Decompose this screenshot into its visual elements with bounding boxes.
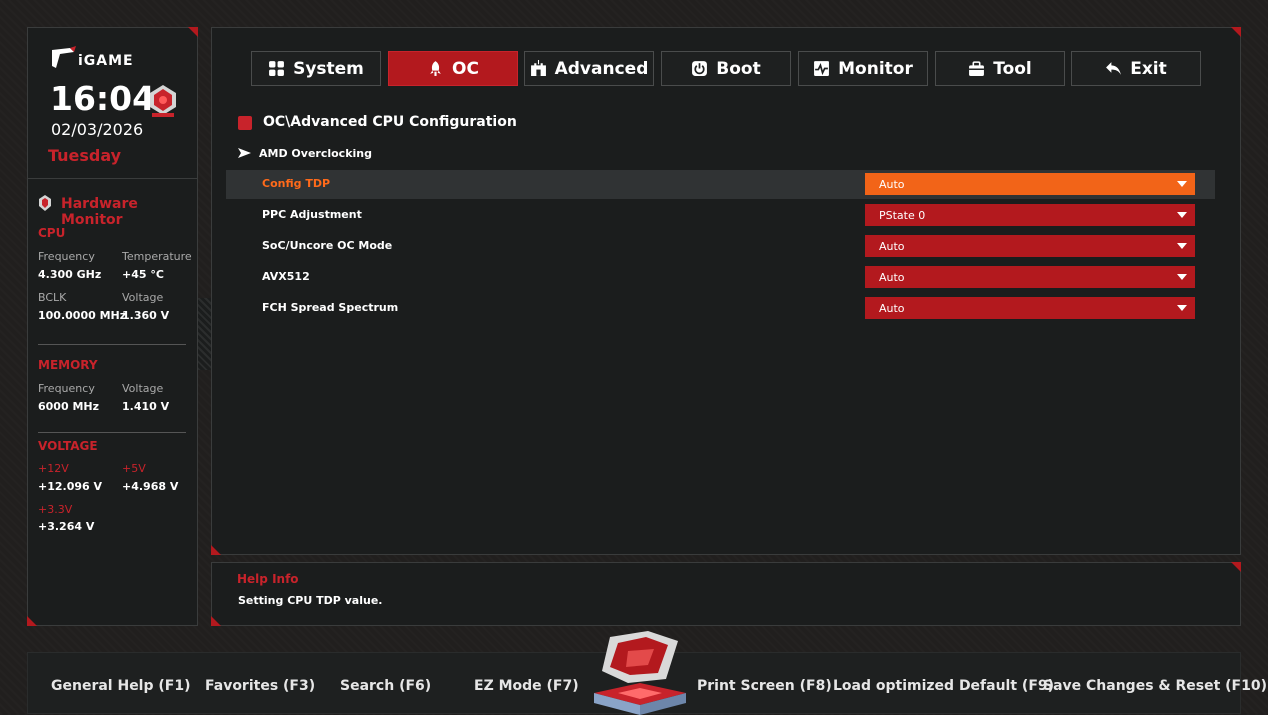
weekday-display: Tuesday <box>48 146 122 165</box>
chevron-down-icon <box>1177 212 1187 218</box>
setting-row-ppc-adjustment[interactable]: PPC Adjustment PState 0 <box>226 201 1215 230</box>
cpu-frequency-value: 4.300 GHz <box>38 268 102 281</box>
tab-advanced[interactable]: Advanced <box>524 51 654 86</box>
favorites-button[interactable]: Favorites (F3) <box>205 678 315 694</box>
hardware-monitor-title: Hardware Monitor <box>61 196 138 228</box>
mascot-robot-icon <box>150 85 176 117</box>
load-optimized-default-button[interactable]: Load optimized Default (F9) <box>833 678 1054 694</box>
help-panel: Help Info Setting CPU TDP value. <box>211 562 1241 626</box>
igame-logo-icon <box>52 46 76 68</box>
setting-row-soc-uncore-oc-mode[interactable]: SoC/Uncore OC Mode Auto <box>226 232 1215 261</box>
setting-label: FCH Spread Spectrum <box>262 301 399 314</box>
tab-label: Exit <box>1130 58 1167 79</box>
setting-label: AVX512 <box>262 270 310 283</box>
tab-exit[interactable]: Exit <box>1071 51 1201 86</box>
setting-label: Config TDP <box>262 177 331 190</box>
sidebar-divider <box>38 432 186 433</box>
setting-label: PPC Adjustment <box>262 208 362 221</box>
memory-heading: MEMORY <box>38 358 98 372</box>
pulse-icon <box>814 61 830 76</box>
memory-frequency-label: Frequency <box>38 382 95 395</box>
cpu-temperature-value: +45 °C <box>122 268 164 281</box>
breadcrumb-icon <box>238 116 252 130</box>
setting-row-avx512[interactable]: AVX512 Auto <box>226 263 1215 292</box>
breadcrumb: OC\Advanced CPU Configuration <box>263 114 517 130</box>
tab-oc[interactable]: OC <box>388 51 518 86</box>
tab-label: System <box>293 58 364 79</box>
cpu-voltage-value: 1.360 V <box>122 309 170 322</box>
back-arrow-icon <box>1106 62 1122 75</box>
setting-label: SoC/Uncore OC Mode <box>262 239 393 252</box>
tab-tool[interactable]: Tool <box>935 51 1065 86</box>
date-display: 02/03/2026 <box>51 120 144 139</box>
main-panel: OC\Advanced CPU Configuration AMD Overcl… <box>211 27 1241 555</box>
sidebar-divider <box>38 344 186 345</box>
cpu-frequency-label: Frequency <box>38 250 95 263</box>
ppc-adjustment-dropdown[interactable]: PState 0 <box>865 204 1195 226</box>
tab-label: OC <box>452 58 479 79</box>
chevron-down-icon <box>1177 181 1187 187</box>
clock-time: 16:04 <box>50 79 156 118</box>
help-text: Setting CPU TDP value. <box>238 594 383 607</box>
v33-value: +3.264 V <box>38 520 95 533</box>
fch-spread-spectrum-dropdown[interactable]: Auto <box>865 297 1195 319</box>
rocket-icon <box>430 61 441 76</box>
help-title: Help Info <box>237 572 299 586</box>
cpu-bclk-label: BCLK <box>38 291 67 304</box>
brand-name: iGAME <box>78 53 134 69</box>
memory-voltage-label: Voltage <box>122 382 164 395</box>
dropdown-value: Auto <box>879 302 905 315</box>
setting-row-config-tdp[interactable]: Config TDP Auto <box>226 170 1215 199</box>
grid-icon <box>269 61 285 76</box>
brand-logo: iGAME <box>50 46 134 70</box>
hardware-monitor-icon <box>39 195 51 211</box>
tab-boot[interactable]: Boot <box>661 51 791 86</box>
chevron-down-icon <box>1177 305 1187 311</box>
submenu-arrow-icon <box>238 148 251 158</box>
chevron-down-icon <box>1177 274 1187 280</box>
soc-uncore-oc-mode-dropdown[interactable]: Auto <box>865 235 1195 257</box>
power-icon <box>692 61 708 76</box>
save-changes-reset-button[interactable]: Save Changes & Reset (F10) <box>1043 678 1267 694</box>
tab-system[interactable]: System <box>251 51 381 86</box>
toolbox-icon <box>969 61 985 76</box>
submenu-amd-overclocking[interactable]: AMD Overclocking <box>259 147 372 160</box>
search-button[interactable]: Search (F6) <box>340 678 431 694</box>
tab-label: Tool <box>993 58 1032 79</box>
memory-frequency-value: 6000 MHz <box>38 400 99 413</box>
cpu-voltage-label: Voltage <box>122 291 164 304</box>
setting-row-fch-spread-spectrum[interactable]: FCH Spread Spectrum Auto <box>226 294 1215 323</box>
ez-mode-button[interactable]: EZ Mode (F7) <box>474 678 579 694</box>
tab-label: Monitor <box>838 58 913 79</box>
print-screen-button[interactable]: Print Screen (F8) <box>697 678 832 694</box>
dropdown-value: Auto <box>879 271 905 284</box>
v5-label: +5V <box>122 462 146 475</box>
v12-value: +12.096 V <box>38 480 103 493</box>
castle-icon <box>530 60 546 76</box>
voltage-heading: VOLTAGE <box>38 439 98 453</box>
avx512-dropdown[interactable]: Auto <box>865 266 1195 288</box>
tab-label: Boot <box>716 58 761 79</box>
dropdown-value: PState 0 <box>879 209 926 222</box>
cpu-temperature-label: Temperature <box>122 250 192 263</box>
tab-label: Advanced <box>554 58 649 79</box>
v5-value: +4.968 V <box>122 480 179 493</box>
v33-label: +3.3V <box>38 503 73 516</box>
dropdown-value: Auto <box>879 178 905 191</box>
memory-voltage-value: 1.410 V <box>122 400 170 413</box>
tab-monitor[interactable]: Monitor <box>798 51 928 86</box>
sidebar-panel: iGAME 16:04 02/03/2026 Tuesday Hardware … <box>27 27 198 626</box>
igame-emblem-icon <box>594 631 686 715</box>
dropdown-value: Auto <box>879 240 905 253</box>
chevron-down-icon <box>1177 243 1187 249</box>
cpu-bclk-value: 100.0000 MHz <box>38 309 127 322</box>
general-help-button[interactable]: General Help (F1) <box>51 678 190 694</box>
footer-bar: General Help (F1) Favorites (F3) Search … <box>27 631 1267 715</box>
cpu-heading: CPU <box>38 226 66 240</box>
config-tdp-dropdown[interactable]: Auto <box>865 173 1195 195</box>
sidebar-separator <box>28 178 197 179</box>
v12-label: +12V <box>38 462 69 475</box>
decorative-strip <box>198 298 211 370</box>
